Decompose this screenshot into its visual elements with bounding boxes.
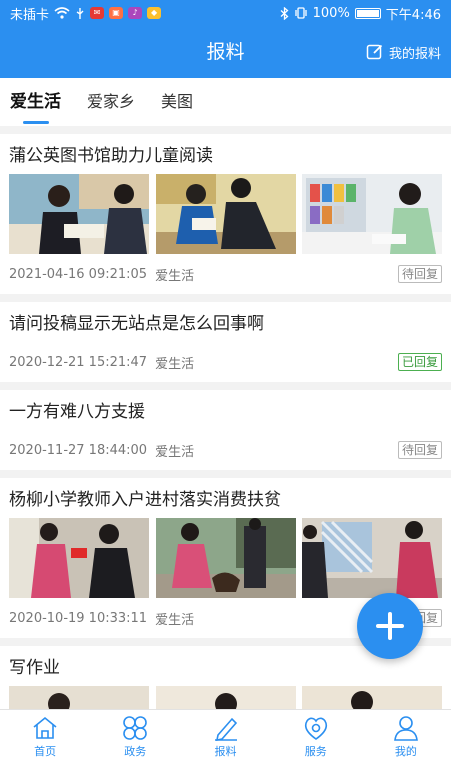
nav-service-label: 服务 bbox=[304, 744, 327, 758]
app-notification-icon: ▣ bbox=[109, 7, 124, 19]
post-meta: 2020-12-21 15:21:47 爱生活 已回复 bbox=[9, 352, 442, 372]
status-badge: 待回复 bbox=[397, 441, 442, 459]
header: 报料 我的报料 bbox=[0, 26, 451, 78]
battery-icon bbox=[354, 7, 381, 19]
grid-icon bbox=[123, 715, 148, 740]
edit-icon bbox=[366, 44, 383, 60]
category-tabs: 爱生活 爱家乡 美图 bbox=[0, 78, 451, 126]
status-bar-right: 100% 下午4:46 bbox=[280, 4, 441, 23]
music-notification-icon: ♪ bbox=[128, 7, 143, 19]
post-meta: 2020-11-27 18:44:00 爱生活 待回复 bbox=[9, 440, 442, 460]
post-image[interactable] bbox=[302, 174, 442, 254]
tab-love-hometown[interactable]: 爱家乡 bbox=[87, 78, 135, 126]
post-category: 爱生活 bbox=[155, 268, 195, 284]
post-images bbox=[9, 174, 442, 254]
vibrate-icon bbox=[294, 7, 307, 19]
post-datetime: 2020-12-21 15:21:47 bbox=[9, 354, 148, 370]
nav-government[interactable]: 政务 bbox=[90, 710, 180, 763]
nav-home-label: 首页 bbox=[34, 744, 57, 758]
post-card[interactable]: 请问投稿显示无站点是怎么回事啊 2020-12-21 15:21:47 爱生活 … bbox=[0, 302, 451, 382]
status-bar-left: 未插卡 ✉ ▣ ♪ ◆ bbox=[10, 4, 162, 23]
nav-report[interactable]: 报料 bbox=[180, 710, 270, 763]
post-image[interactable] bbox=[155, 686, 296, 709]
status-bar: 未插卡 ✉ ▣ ♪ ◆ 100% 下午4:46 bbox=[0, 0, 451, 26]
post-category: 爱生活 bbox=[155, 356, 195, 372]
post-datetime: 2021-04-16 09:21:05 bbox=[9, 266, 148, 282]
nav-report-label: 报料 bbox=[214, 744, 237, 758]
post-meta: 2021-04-16 09:21:05 爱生活 待回复 bbox=[9, 264, 442, 284]
post-card[interactable]: 一方有难八方支援 2020-11-27 18:44:00 爱生活 待回复 bbox=[0, 390, 451, 470]
nav-mine[interactable]: 我的 bbox=[361, 710, 451, 763]
wifi-icon bbox=[54, 7, 70, 19]
carrier-text: 未插卡 bbox=[10, 7, 50, 23]
nav-home[interactable]: 首页 bbox=[0, 710, 90, 763]
nav-government-label: 政务 bbox=[124, 744, 147, 758]
post-title: 请问投稿显示无站点是怎么回事啊 bbox=[9, 314, 264, 334]
post-image[interactable] bbox=[9, 686, 149, 709]
nav-mine-label: 我的 bbox=[394, 744, 417, 758]
post-title: 杨柳小学教师入户进村落实消费扶贫 bbox=[9, 490, 281, 510]
pen-icon bbox=[214, 717, 237, 741]
bottom-nav: 首页 政务 报料 服务 我的 bbox=[0, 709, 451, 763]
bluetooth-icon bbox=[280, 6, 289, 20]
post-card[interactable]: 蒲公英图书馆助力儿童阅读 2021-04-16 09:21:05 爱生活 待回复 bbox=[0, 134, 451, 294]
post-images bbox=[9, 518, 442, 598]
status-badge: 待回复 bbox=[397, 265, 442, 283]
my-reports-button[interactable]: 我的报料 bbox=[366, 26, 441, 78]
usb-icon bbox=[76, 7, 84, 19]
post-image[interactable] bbox=[302, 518, 442, 598]
post-image[interactable] bbox=[302, 686, 442, 709]
nav-service[interactable]: 服务 bbox=[271, 710, 361, 763]
clock: 下午4:46 bbox=[385, 7, 441, 23]
my-reports-label: 我的报料 bbox=[388, 46, 441, 62]
post-images bbox=[9, 686, 442, 709]
post-title: 一方有难八方支援 bbox=[9, 402, 145, 422]
plus-icon bbox=[376, 612, 404, 640]
tab-love-life[interactable]: 爱生活 bbox=[10, 78, 61, 126]
post-title: 蒲公英图书馆助力儿童阅读 bbox=[9, 146, 213, 166]
app-notification-icon: ✉ bbox=[90, 7, 105, 19]
add-report-button[interactable] bbox=[357, 593, 423, 659]
home-icon bbox=[33, 716, 57, 739]
post-image[interactable] bbox=[9, 174, 149, 254]
post-image[interactable] bbox=[9, 518, 149, 598]
post-image[interactable] bbox=[155, 174, 296, 254]
post-image[interactable] bbox=[155, 518, 296, 598]
post-datetime: 2020-10-19 10:33:11 bbox=[9, 610, 148, 626]
service-icon bbox=[304, 717, 327, 740]
user-icon bbox=[393, 715, 418, 741]
post-category: 爱生活 bbox=[155, 444, 195, 460]
app-notification-icon: ◆ bbox=[147, 7, 162, 19]
status-badge: 已回复 bbox=[397, 353, 442, 371]
post-category: 爱生活 bbox=[155, 612, 195, 628]
tab-photos[interactable]: 美图 bbox=[161, 78, 193, 126]
post-datetime: 2020-11-27 18:44:00 bbox=[9, 442, 148, 458]
battery-percent: 100% bbox=[312, 5, 350, 21]
